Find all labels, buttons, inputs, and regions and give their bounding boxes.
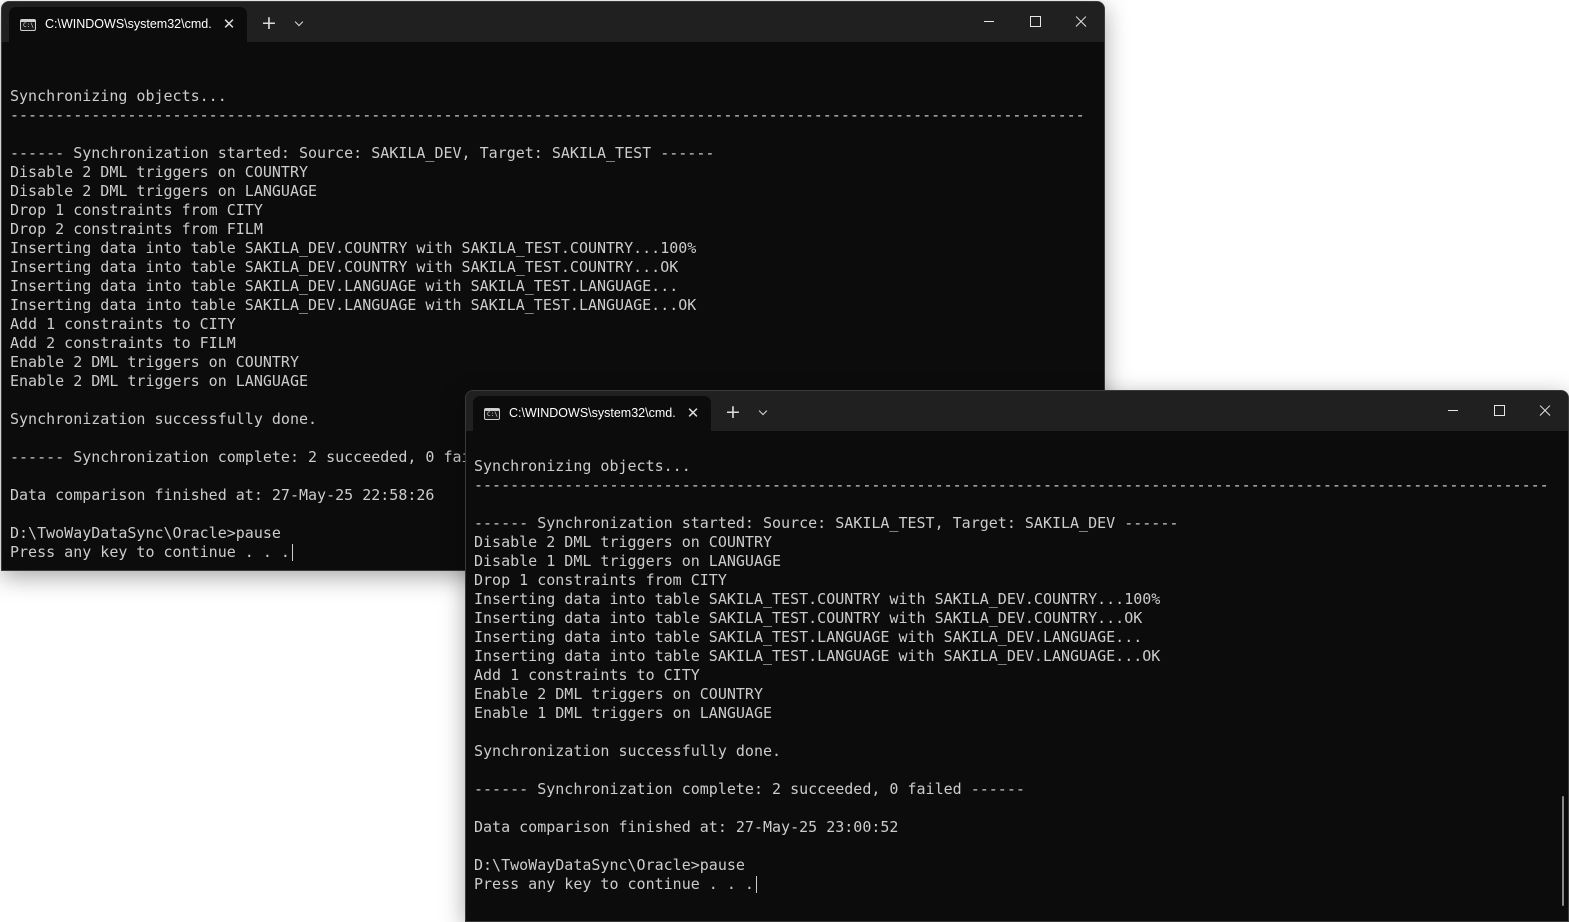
- minimize-button[interactable]: [966, 2, 1012, 42]
- new-tab-button[interactable]: +: [255, 11, 283, 37]
- text-cursor: [291, 544, 293, 561]
- cmd-icon: C:\: [20, 19, 36, 31]
- console-line: Drop 1 constraints from CITY: [10, 201, 263, 219]
- title-bar[interactable]: C:\ C:\WINDOWS\system32\cmd. ✕ +: [2, 2, 1104, 42]
- console-line: ----------------------------------------…: [474, 476, 1549, 494]
- console-line: Inserting data into table SAKILA_TEST.CO…: [474, 590, 1161, 608]
- minimize-button[interactable]: [1430, 391, 1476, 431]
- console-line: Inserting data into table SAKILA_TEST.LA…: [474, 628, 1143, 646]
- console-line: Add 1 constraints to CITY: [474, 666, 700, 684]
- console-line: Enable 1 DML triggers on LANGUAGE: [474, 704, 773, 722]
- maximize-button[interactable]: [1476, 391, 1522, 431]
- tab-close-icon[interactable]: ✕: [219, 14, 239, 34]
- console-line: Data comparison finished at: 27-May-25 2…: [474, 818, 899, 836]
- console-output[interactable]: Synchronizing objects... ---------------…: [474, 438, 1560, 921]
- console-line: Inserting data into table SAKILA_TEST.LA…: [474, 647, 1161, 665]
- console-line: Synchronization successfully done.: [474, 742, 782, 760]
- close-button[interactable]: [1522, 391, 1568, 431]
- console-line: Drop 1 constraints from CITY: [474, 571, 727, 589]
- console-line: Add 2 constraints to FILM: [10, 334, 236, 352]
- console-line: Enable 2 DML triggers on COUNTRY: [474, 685, 763, 703]
- prompt-text: Press any key to continue . . .: [474, 875, 754, 893]
- scrollbar[interactable]: [1562, 796, 1564, 906]
- console-line: Synchronizing objects...: [10, 87, 227, 105]
- tab-cmd[interactable]: C:\ C:\WINDOWS\system32\cmd. ✕: [9, 7, 247, 42]
- console-line: Drop 2 constraints from FILM: [10, 220, 263, 238]
- close-button[interactable]: [1058, 2, 1104, 42]
- tab-title: C:\WINDOWS\system32\cmd.: [509, 406, 676, 420]
- console-line: ------ Synchronization started: Source: …: [10, 144, 715, 162]
- title-bar[interactable]: C:\ C:\WINDOWS\system32\cmd. ✕ +: [466, 391, 1568, 431]
- maximize-button[interactable]: [1012, 2, 1058, 42]
- prompt-line: Press any key to continue . . .: [474, 875, 1560, 894]
- console-line: D:\TwoWayDataSync\Oracle>pause: [474, 856, 745, 874]
- tab-title: C:\WINDOWS\system32\cmd.: [45, 17, 212, 31]
- console-line: ------ Synchronization complete: 2 succe…: [474, 780, 1025, 798]
- prompt-text: Press any key to continue . . .: [10, 543, 290, 561]
- console-line: Enable 2 DML triggers on COUNTRY: [10, 353, 299, 371]
- console-line: Disable 2 DML triggers on LANGUAGE: [10, 182, 318, 200]
- console-line: Inserting data into table SAKILA_TEST.CO…: [474, 609, 1143, 627]
- console-line: Add 1 constraints to CITY: [10, 315, 236, 333]
- console-line: Disable 1 DML triggers on LANGUAGE: [474, 552, 782, 570]
- console-line: Disable 2 DML triggers on COUNTRY: [10, 163, 309, 181]
- chevron-down-icon[interactable]: [752, 400, 776, 426]
- console-line: Synchronizing objects...: [474, 457, 691, 475]
- tab-cmd[interactable]: C:\ C:\WINDOWS\system32\cmd. ✕: [473, 396, 711, 431]
- new-tab-button[interactable]: +: [719, 400, 747, 426]
- console-line: Inserting data into table SAKILA_DEV.COU…: [10, 239, 697, 257]
- console-line: ----------------------------------------…: [10, 106, 1085, 124]
- console-line: ------ Synchronization started: Source: …: [474, 514, 1179, 532]
- console-line: Inserting data into table SAKILA_DEV.COU…: [10, 258, 679, 276]
- text-cursor: [755, 876, 757, 893]
- cmd-icon: C:\: [484, 408, 500, 420]
- console-line: Inserting data into table SAKILA_DEV.LAN…: [10, 277, 679, 295]
- console-line: Disable 2 DML triggers on COUNTRY: [474, 533, 773, 551]
- chevron-down-icon[interactable]: [288, 11, 312, 37]
- tab-close-icon[interactable]: ✕: [683, 403, 703, 423]
- console-line: Inserting data into table SAKILA_DEV.LAN…: [10, 296, 697, 314]
- cmd-window-front[interactable]: C:\ C:\WINDOWS\system32\cmd. ✕ + Synchro…: [465, 390, 1569, 922]
- console-line: Enable 2 DML triggers on LANGUAGE: [10, 372, 309, 390]
